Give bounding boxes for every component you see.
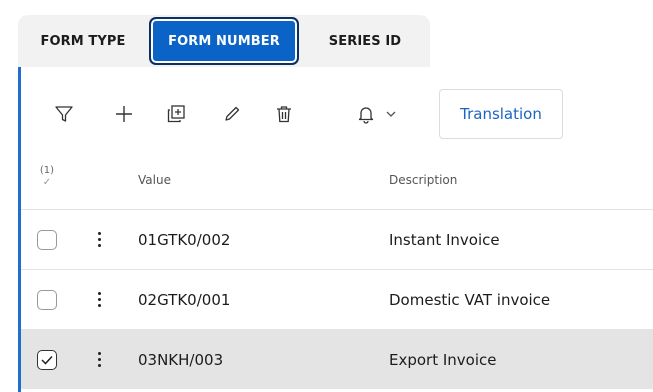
tab-label: FORM NUMBER [149,17,299,65]
table-header: (1) ✓ Value Description [21,165,653,195]
cell-description: Instant Invoice [389,230,500,249]
cell-value: 03NKH/003 [138,350,224,369]
row-checkbox[interactable] [37,289,57,310]
delete-button[interactable] [269,89,299,139]
checkmark-icon [41,355,53,365]
table-row[interactable]: 02GTK0/001 Domestic VAT invoice [21,269,653,329]
translation-button[interactable]: Translation [439,89,563,139]
filter-icon [55,106,73,122]
notifications-dropdown[interactable] [351,89,403,139]
selection-count: (1) ✓ [35,165,59,189]
edit-button[interactable] [217,89,247,139]
filter-button[interactable] [49,89,79,139]
row-menu-icon[interactable] [91,289,107,311]
add-icon [116,106,132,122]
content-panel: Translation (1) ✓ Value Description 01GT… [18,67,653,392]
add-button[interactable] [109,89,139,139]
table-row[interactable]: 01GTK0/002 Instant Invoice [21,209,653,269]
table-row-selected[interactable]: 03NKH/003 Export Invoice [21,329,653,389]
selection-count-label: (1) [39,165,55,176]
cell-description: Domestic VAT invoice [389,290,551,309]
row-checkbox-checked[interactable] [37,349,57,370]
tab-form-type[interactable]: FORM TYPE [18,15,148,67]
tab-bar: FORM TYPE FORM NUMBER SERIES ID [18,15,430,67]
copy-icon [167,105,185,123]
tab-form-number[interactable]: FORM NUMBER [148,15,300,67]
column-header-value[interactable]: Value [138,173,171,187]
chevron-down-icon [386,111,396,117]
copy-button[interactable] [161,89,191,139]
column-header-description[interactable]: Description [389,173,457,187]
tab-series-id[interactable]: SERIES ID [300,15,430,67]
toolbar: Translation [21,89,653,139]
tab-label: SERIES ID [328,33,402,49]
delete-icon [277,106,291,123]
row-menu-icon[interactable] [91,229,107,251]
cell-value: 02GTK0/001 [138,290,231,309]
cell-value: 01GTK0/002 [138,230,231,249]
row-menu-icon[interactable] [91,349,107,371]
tab-label: FORM TYPE [40,33,126,49]
cell-description: Export Invoice [389,350,497,369]
row-checkbox[interactable] [37,229,57,250]
bell-icon [358,107,374,124]
edit-icon [225,106,240,121]
select-all-check-icon[interactable]: ✓ [35,177,59,189]
